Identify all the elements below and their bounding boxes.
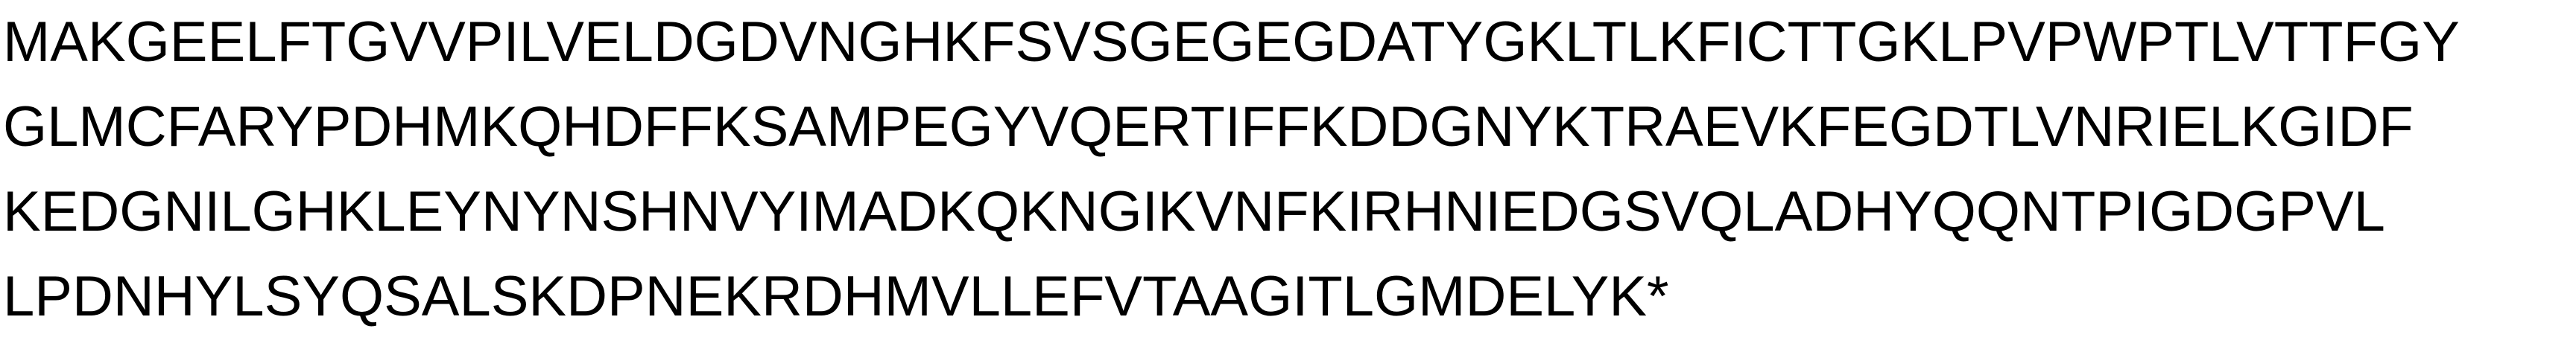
protein-sequence: MAKGEELFTGVVPILVELDGDVNGHKFSVSGEGEGDATYG… <box>3 0 2574 339</box>
sequence-line-1: MAKGEELFTGVVPILVELDGDVNGHKFSVSGEGEGDATYG… <box>3 10 2460 74</box>
sequence-line-3: KEDGNILGHKLEYNYNSHNVYIMADKQKNGIKVNFKIRHN… <box>3 180 2385 243</box>
sequence-line-4: LPDNHYLSYQSALSKDPNEKRDHMVLLEFVTAAGITLGMD… <box>3 265 1669 328</box>
sequence-line-2: GLMCFARYPDHMKQHDFFKSAMPEGYVQERTIFFKDDGNY… <box>3 95 2414 158</box>
